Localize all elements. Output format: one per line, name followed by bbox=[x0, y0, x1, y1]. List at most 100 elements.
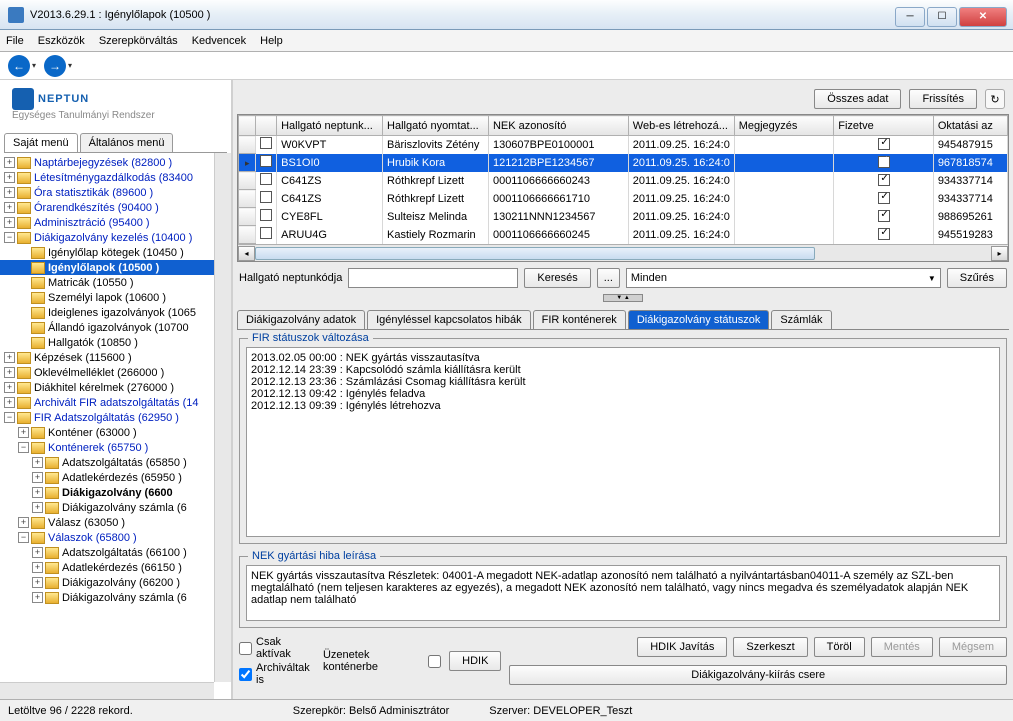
tree-expander[interactable]: + bbox=[32, 502, 43, 513]
tree-item[interactable]: Diákigazolvány kezelés (10400 ) bbox=[34, 232, 192, 244]
cell-paid[interactable] bbox=[834, 208, 934, 226]
cell-paid[interactable] bbox=[834, 154, 934, 172]
tree-expander[interactable]: + bbox=[4, 202, 15, 213]
minimize-button[interactable]: ─ bbox=[895, 7, 925, 27]
grid-header-indicator[interactable] bbox=[239, 116, 256, 136]
delete-button[interactable]: Töröl bbox=[814, 637, 865, 657]
tree-expander[interactable]: − bbox=[4, 232, 15, 243]
nav-forward-dropdown[interactable]: ▾ bbox=[68, 61, 72, 70]
row-checkbox-cell[interactable] bbox=[255, 136, 276, 154]
tree-item[interactable]: Diákhitel kérelmek (276000 ) bbox=[34, 382, 174, 394]
checkbox-icon[interactable] bbox=[260, 191, 272, 203]
tree-item[interactable]: Képzések (115600 ) bbox=[34, 352, 132, 364]
tree-item[interactable]: Válaszok (65800 ) bbox=[48, 532, 137, 544]
tree-expander[interactable]: + bbox=[32, 472, 43, 483]
filter-button[interactable]: Szűrés bbox=[947, 268, 1007, 288]
checkbox-icon[interactable] bbox=[260, 137, 272, 149]
tree-expander[interactable]: + bbox=[32, 592, 43, 603]
row-checkbox-cell[interactable] bbox=[255, 172, 276, 190]
tree-item[interactable]: Oklevélmelléklet (266000 ) bbox=[34, 367, 164, 379]
nav-back-dropdown[interactable]: ▾ bbox=[32, 61, 36, 70]
grid-header[interactable]: Hallgató neptunk... bbox=[277, 116, 383, 136]
tree-expander[interactable]: + bbox=[18, 517, 29, 528]
checkbox-icon[interactable] bbox=[878, 156, 890, 168]
scroll-right-icon[interactable]: ▸ bbox=[991, 246, 1008, 261]
refresh-button[interactable]: Frissítés bbox=[909, 89, 977, 109]
refresh-icon[interactable]: ↻ bbox=[985, 89, 1005, 109]
table-row[interactable]: ARUU4GKastiely Rozmarin00011066666602452… bbox=[239, 226, 1008, 244]
tree-item[interactable]: Konténerek (65750 ) bbox=[48, 442, 148, 454]
nav-back-button[interactable]: ← bbox=[8, 55, 30, 77]
tree-expander[interactable]: + bbox=[32, 457, 43, 468]
table-row[interactable]: CYE8FLSulteisz Melinda130211NNN123456720… bbox=[239, 208, 1008, 226]
tree-expander[interactable]: + bbox=[4, 382, 15, 393]
tree-expander[interactable]: + bbox=[18, 427, 29, 438]
search-button[interactable]: Keresés bbox=[524, 268, 590, 288]
checkbox-icon[interactable] bbox=[260, 209, 272, 221]
tree-item[interactable]: Archivált FIR adatszolgáltatás (14 bbox=[34, 397, 198, 409]
tree-item[interactable]: Adatszolgáltatás (66100 ) bbox=[62, 547, 187, 559]
close-button[interactable]: ✕ bbox=[959, 7, 1007, 27]
table-row[interactable]: W0KVPTBäriszlovits Zétény130607BPE010000… bbox=[239, 136, 1008, 154]
grid-header[interactable]: Oktatási az bbox=[933, 116, 1007, 136]
tab-general-menu[interactable]: Általános menü bbox=[80, 133, 174, 152]
only-active-checkbox[interactable]: Csak aktívak bbox=[239, 636, 315, 660]
scroll-thumb[interactable] bbox=[255, 247, 815, 260]
tree-expander[interactable]: + bbox=[4, 172, 15, 183]
tree-item[interactable]: Állandó igazolványok (10700 bbox=[48, 322, 189, 334]
cell-paid[interactable] bbox=[834, 226, 934, 244]
tree-expander[interactable]: + bbox=[4, 187, 15, 198]
grid-scrollbar-horizontal[interactable]: ◂ ▸ bbox=[238, 244, 1008, 261]
tree-expander[interactable]: − bbox=[4, 412, 15, 423]
tree-expander[interactable]: + bbox=[32, 487, 43, 498]
tree-scrollbar-vertical[interactable] bbox=[214, 153, 231, 682]
hdik-button[interactable]: HDIK bbox=[449, 651, 501, 671]
tree-expander[interactable]: + bbox=[4, 367, 15, 378]
subtab-card-data[interactable]: Diákigazolvány adatok bbox=[237, 310, 365, 329]
tree-item[interactable]: Órarendkészítés (90400 ) bbox=[34, 202, 159, 214]
tree-expander[interactable]: + bbox=[32, 577, 43, 588]
checkbox-icon[interactable] bbox=[260, 173, 272, 185]
table-row[interactable]: BS1OI0Hrubik Kora121212BPE12345672011.09… bbox=[239, 154, 1008, 172]
tree-item[interactable]: Óra statisztikák (89600 ) bbox=[34, 187, 153, 199]
tree-scrollbar-horizontal[interactable] bbox=[0, 682, 214, 699]
tree-item[interactable]: Diákigazolvány számla (6 bbox=[62, 502, 187, 514]
grid-header[interactable]: NEK azonosító bbox=[488, 116, 628, 136]
tree-item[interactable]: Létesítménygazdálkodás (83400 bbox=[34, 172, 193, 184]
tree-item[interactable]: Adatlekérdezés (66150 ) bbox=[62, 562, 182, 574]
nav-forward-button[interactable]: → bbox=[44, 55, 66, 77]
grid-header-checkbox[interactable] bbox=[255, 116, 276, 136]
tree-expander[interactable]: + bbox=[4, 352, 15, 363]
tree-item[interactable]: Diákigazolvány számla (6 bbox=[62, 592, 187, 604]
tree-expander[interactable]: + bbox=[4, 397, 15, 408]
menu-favorites[interactable]: Kedvencek bbox=[192, 35, 246, 47]
splitter-handle[interactable]: ▼ ▲ bbox=[603, 294, 643, 302]
menu-help[interactable]: Help bbox=[260, 35, 283, 47]
subtab-request-errors[interactable]: Igényléssel kapcsolatos hibák bbox=[367, 310, 531, 329]
menu-file[interactable]: File bbox=[6, 35, 24, 47]
search-input[interactable] bbox=[348, 268, 518, 288]
tab-own-menu[interactable]: Saját menü bbox=[4, 133, 78, 152]
subtab-fir-containers[interactable]: FIR konténerek bbox=[533, 310, 626, 329]
grid-header[interactable]: Web-es létrehozá... bbox=[628, 116, 734, 136]
tree-expander[interactable]: − bbox=[18, 532, 29, 543]
subtab-card-statuses[interactable]: Diákigazolvány státuszok bbox=[628, 310, 770, 329]
hdik-fix-button[interactable]: HDIK Javítás bbox=[637, 637, 727, 657]
tree-item[interactable]: Matricák (10550 ) bbox=[48, 277, 134, 289]
checkbox-icon[interactable] bbox=[878, 210, 890, 222]
menu-role[interactable]: Szerepkörváltás bbox=[99, 35, 178, 47]
cell-paid[interactable] bbox=[834, 190, 934, 208]
row-checkbox-cell[interactable] bbox=[255, 208, 276, 226]
subtab-invoices[interactable]: Számlák bbox=[771, 310, 831, 329]
tree-item[interactable]: Diákigazolvány (6600 bbox=[62, 487, 173, 499]
filter-combo[interactable]: Minden▼ bbox=[626, 268, 941, 288]
grid-header[interactable]: Megjegyzés bbox=[734, 116, 834, 136]
tree-item-selected[interactable]: Igénylőlapok (10500 ) bbox=[48, 262, 159, 274]
tree-item[interactable]: Válasz (63050 ) bbox=[48, 517, 125, 529]
cancel-button[interactable]: Mégsem bbox=[939, 637, 1007, 657]
save-button[interactable]: Mentés bbox=[871, 637, 933, 657]
tree-expander[interactable]: + bbox=[4, 157, 15, 168]
status-textarea[interactable]: 2013.02.05 00:00 : NEK gyártás visszauta… bbox=[246, 347, 1000, 537]
error-textarea[interactable]: NEK gyártás visszautasítva Részletek: 04… bbox=[246, 565, 1000, 621]
checkbox-icon[interactable] bbox=[878, 228, 890, 240]
